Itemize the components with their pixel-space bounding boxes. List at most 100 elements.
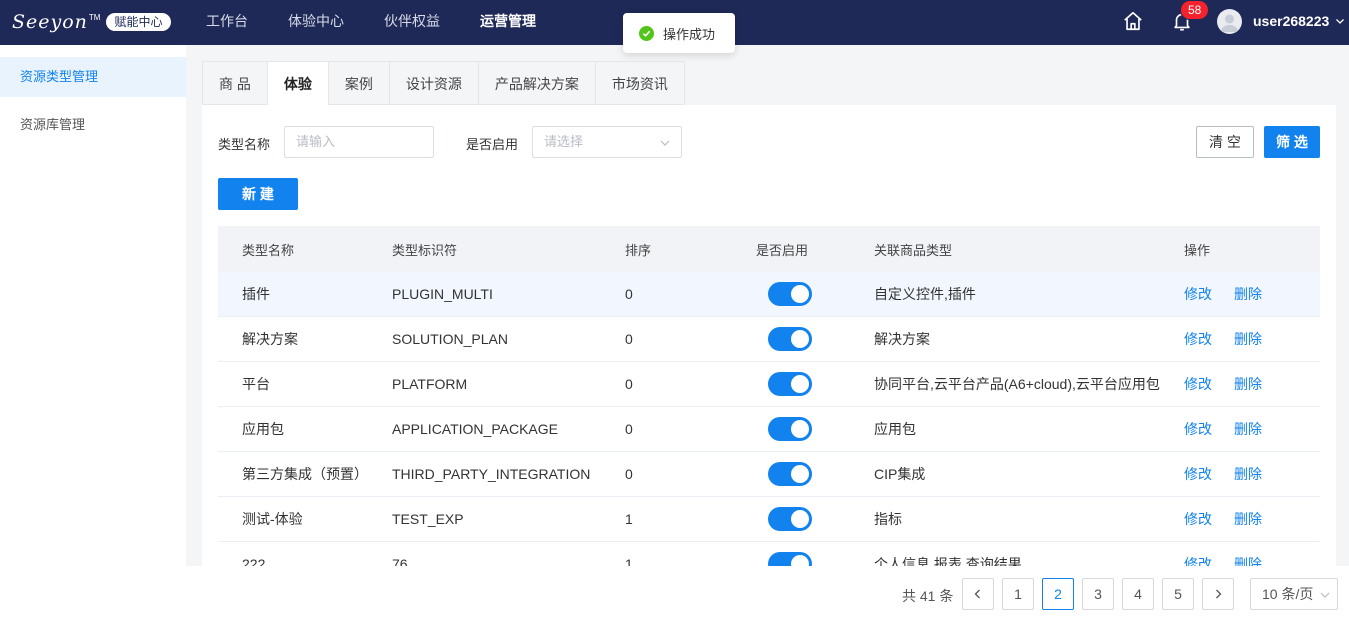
delete-link[interactable]: 删除	[1234, 376, 1262, 392]
enabled-toggle[interactable]	[768, 327, 812, 351]
cell-order: 1	[625, 511, 633, 527]
cell-related-types: 自定义控件,插件	[874, 286, 976, 302]
cell-enabled	[756, 507, 874, 531]
column-header-order: 排序	[625, 242, 652, 258]
tab-goods[interactable]: 商 品	[202, 61, 267, 105]
filter-button[interactable]: 筛 选	[1264, 126, 1320, 158]
username[interactable]: user268223	[1253, 13, 1329, 29]
cell-actions: 修改 删除	[1184, 509, 1320, 529]
page-button-2[interactable]: 2	[1042, 578, 1074, 610]
chevron-down-icon	[1320, 592, 1330, 598]
type-name-input[interactable]: 请输入	[284, 126, 434, 158]
delete-link[interactable]: 删除	[1234, 421, 1262, 437]
edit-link[interactable]: 修改	[1184, 331, 1212, 347]
cell-actions: 修改 删除	[1184, 284, 1320, 304]
table-row[interactable]: 应用包 APPLICATION_PACKAGE 0 应用包 修改 删除	[218, 407, 1320, 452]
cell-actions: 修改 删除	[1184, 374, 1320, 394]
avatar[interactable]	[1217, 9, 1242, 34]
table-row[interactable]: 第三方集成（预置） THIRD_PARTY_INTEGRATION 0 CIP集成 修改…	[218, 452, 1320, 497]
next-page-button[interactable]	[1202, 578, 1234, 610]
page-button-3[interactable]: 3	[1082, 578, 1114, 610]
cell-enabled	[756, 372, 874, 396]
logo-text: Seeyon	[12, 11, 88, 33]
nav-item-operations[interactable]: 运营管理	[460, 0, 556, 45]
edit-link[interactable]: 修改	[1184, 421, 1212, 437]
chevron-down-icon	[660, 140, 670, 146]
tab-cases[interactable]: 案例	[327, 61, 389, 105]
edit-link[interactable]: 修改	[1184, 511, 1212, 527]
chevron-down-icon[interactable]	[1335, 16, 1345, 26]
edit-link[interactable]: 修改	[1184, 466, 1212, 482]
enabled-select[interactable]: 请选择	[532, 126, 682, 158]
enabled-toggle[interactable]	[768, 417, 812, 441]
seeyon-logo[interactable]: Seeyon TM 赋能中心	[12, 11, 171, 33]
nav-item-experience-center[interactable]: 体验中心	[268, 0, 364, 45]
delete-link[interactable]: 删除	[1234, 286, 1262, 302]
page-button-4[interactable]: 4	[1122, 578, 1154, 610]
edit-link[interactable]: 修改	[1184, 286, 1212, 302]
notification-badge: 58	[1180, 0, 1210, 20]
cell-enabled	[756, 282, 874, 306]
column-header-actions: 操作	[1184, 242, 1211, 258]
delete-link[interactable]: 删除	[1234, 511, 1262, 527]
cell-actions: 修改 删除	[1184, 419, 1320, 439]
home-icon[interactable]	[1122, 10, 1144, 32]
page-button-5[interactable]: 5	[1162, 578, 1194, 610]
main-content: 商 品 体验 案例 设计资源 产品解决方案 市场资讯 类型名称 请输入 是否启用…	[202, 61, 1336, 621]
cell-enabled	[756, 327, 874, 351]
enabled-toggle[interactable]	[768, 282, 812, 306]
tab-experience[interactable]: 体验	[266, 61, 328, 105]
toast-message: 操作成功	[663, 26, 716, 42]
clear-button[interactable]: 清 空	[1196, 126, 1254, 158]
cell-enabled	[756, 417, 874, 441]
table-body: 插件 PLUGIN_MULTI 0 自定义控件,插件 修改 删除 解决方案 SOLUTION_…	[218, 272, 1320, 587]
table-row[interactable]: 插件 PLUGIN_MULTI 0 自定义控件,插件 修改 删除	[218, 272, 1320, 317]
page-size-select[interactable]: 10 条/页	[1250, 578, 1338, 610]
chevron-left-icon	[974, 589, 980, 599]
nav-item-workbench[interactable]: 工作台	[186, 0, 268, 45]
delete-link[interactable]: 删除	[1234, 466, 1262, 482]
tab-design-resources[interactable]: 设计资源	[388, 61, 478, 105]
resource-type-table: 类型名称 类型标识符 排序 是否启用 关联商品类型 操作 插件 PLUGIN_MU…	[218, 226, 1320, 587]
table-row[interactable]: 测试-体验 TEST_EXP 1 指标 修改 删除	[218, 497, 1320, 542]
new-button[interactable]: 新 建	[218, 178, 298, 210]
page-button-1[interactable]: 1	[1002, 578, 1034, 610]
prev-page-button[interactable]	[962, 578, 994, 610]
enabled-toggle[interactable]	[768, 507, 812, 531]
enabled-label: 是否启用	[466, 137, 519, 152]
chevron-right-icon	[1216, 589, 1222, 599]
cell-related-types: 应用包	[874, 421, 916, 437]
user-avatar-icon	[1221, 14, 1238, 32]
cell-type-name: 解决方案	[242, 331, 298, 347]
success-check-icon	[639, 25, 654, 41]
enabled-toggle[interactable]	[768, 372, 812, 396]
toggle-knob	[791, 285, 809, 303]
cell-type-code: PLATFORM	[392, 376, 468, 392]
cell-enabled	[756, 462, 874, 486]
cell-type-name: 插件	[242, 286, 270, 302]
toggle-knob	[791, 330, 809, 348]
toggle-knob	[791, 465, 809, 483]
cell-type-code: TEST_EXP	[392, 511, 464, 527]
cell-order: 0	[625, 286, 633, 302]
main-nav: 工作台 体验中心 伙伴权益 运营管理	[186, 0, 556, 45]
logo-badge: 赋能中心	[106, 13, 171, 31]
table-row[interactable]: 解决方案 SOLUTION_PLAN 0 解决方案 修改 删除	[218, 317, 1320, 362]
table-row[interactable]: 平台 PLATFORM 0 协同平台,云平台产品(A6+cloud),云平台应用包 修改…	[218, 362, 1320, 407]
page-size-value: 10 条/页	[1262, 586, 1314, 602]
cell-type-name: 第三方集成（预置）	[242, 466, 368, 482]
nav-item-partner-benefits[interactable]: 伙伴权益	[364, 0, 460, 45]
edit-link[interactable]: 修改	[1184, 376, 1212, 392]
enabled-toggle[interactable]	[768, 462, 812, 486]
pagination: 共 41 条 1 2 3 4 5 10 条/页	[186, 566, 1349, 621]
cell-actions: 修改 删除	[1184, 464, 1320, 484]
sidebar-item-resource-library[interactable]: 资源库管理	[0, 105, 186, 145]
sidebar-item-resource-types[interactable]: 资源类型管理	[0, 57, 186, 97]
delete-link[interactable]: 删除	[1234, 331, 1262, 347]
tab-product-solutions[interactable]: 产品解决方案	[477, 61, 595, 105]
cell-actions: 修改 删除	[1184, 329, 1320, 349]
sidebar: 资源类型管理 资源库管理	[0, 45, 186, 621]
cell-type-code: THIRD_PARTY_INTEGRATION	[392, 466, 591, 482]
cell-order: 0	[625, 421, 633, 437]
tab-market-news[interactable]: 市场资讯	[594, 61, 685, 105]
